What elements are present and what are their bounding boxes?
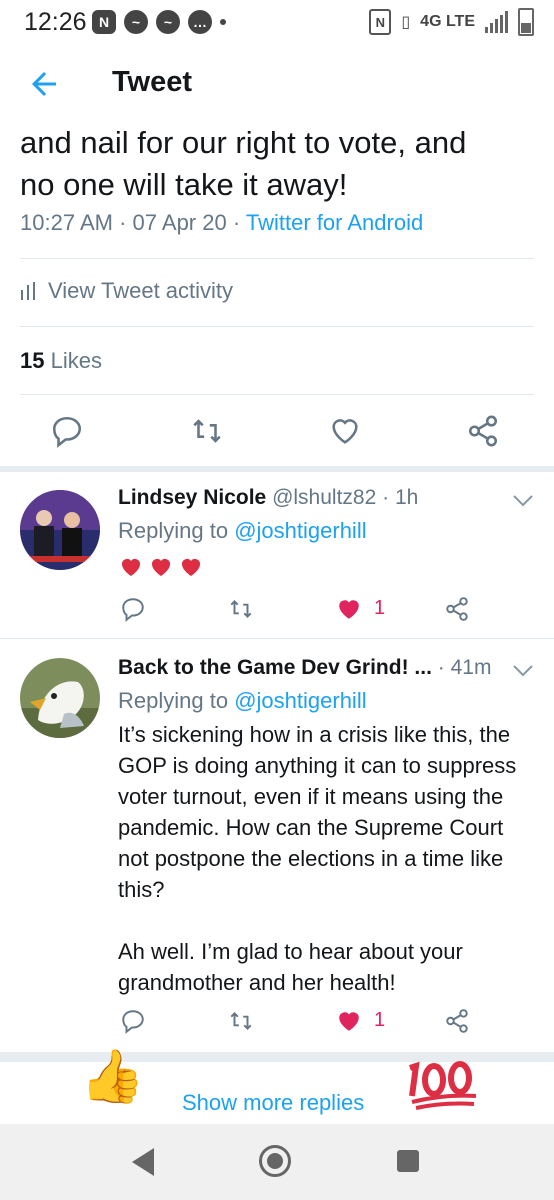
- arrow-left-icon[interactable]: [26, 66, 62, 102]
- top-app-bar: Tweet: [0, 46, 554, 120]
- tweet-meta: 10:27 AM · 07 Apr 20 · Twitter for Andro…: [20, 210, 424, 235]
- like-count: 1: [374, 1009, 386, 1031]
- avatar-photo: [20, 490, 100, 570]
- tweet-date: 07 Apr 20: [132, 210, 227, 235]
- likes-number: 15: [20, 348, 45, 373]
- divider: [20, 326, 534, 327]
- network-type-label: 4G LTE: [420, 13, 475, 30]
- tweet-actions: [0, 414, 554, 454]
- reply-icon[interactable]: [120, 596, 146, 622]
- reply-header: Lindsey Nicole @lshultz82 · 1h: [118, 486, 419, 509]
- nav-recents-icon[interactable]: [397, 1150, 419, 1172]
- chevron-down-icon[interactable]: [512, 664, 534, 678]
- reply-icon[interactable]: [50, 414, 84, 448]
- reply-body: ♥♥♥: [118, 555, 204, 579]
- nfc-icon: N: [369, 9, 392, 35]
- hundred-emoji-icon: [409, 1061, 477, 1110]
- show-more-replies-button[interactable]: Show more replies: [182, 1090, 364, 1116]
- red-heart-icon: [152, 559, 170, 576]
- replying-to-handle[interactable]: @joshtigerhill: [234, 688, 366, 713]
- messenger-icon: ~: [156, 10, 180, 34]
- red-heart-icon: [182, 559, 200, 576]
- author-name[interactable]: Back to the Game Dev Grind! ...: [118, 656, 432, 679]
- chat-icon: …: [188, 10, 212, 34]
- reply-actions: 1: [0, 596, 554, 626]
- red-heart-icon: [122, 559, 140, 576]
- share-icon[interactable]: [466, 414, 500, 448]
- retweet-icon[interactable]: [228, 1008, 254, 1034]
- more-notifications-icon: [220, 19, 226, 25]
- reply-age: 1h: [394, 486, 419, 509]
- avatar[interactable]: [20, 658, 100, 738]
- section-separator: [0, 466, 554, 472]
- likes-count[interactable]: 15 Likes: [20, 348, 102, 374]
- reply-age: 41m: [450, 656, 492, 679]
- system-status-icons: N ▯ 4G LTE: [369, 8, 534, 36]
- reply-body: It’s sickening how in a crisis like this…: [118, 722, 517, 995]
- heart-filled-icon[interactable]: [336, 596, 362, 622]
- like-count: 1: [374, 597, 386, 619]
- heart-icon[interactable]: [328, 414, 362, 448]
- status-time: 12:26: [24, 8, 87, 36]
- signal-icon: [485, 11, 508, 33]
- view-activity-label: View Tweet activity: [48, 278, 234, 303]
- vibrate-icon: ▯: [401, 14, 411, 31]
- view-activity-button[interactable]: View Tweet activity: [20, 278, 233, 304]
- system-nav-bar: [0, 1124, 554, 1200]
- nav-back-icon[interactable]: [132, 1148, 154, 1176]
- avatar-photo: [20, 658, 100, 738]
- tweet-time: 10:27 AM: [20, 210, 113, 235]
- tweet-source-link[interactable]: Twitter for Android: [246, 210, 423, 235]
- reply-actions: 1: [0, 1008, 554, 1038]
- thumbs-up-icon: 👍: [80, 1048, 145, 1106]
- reply-icon[interactable]: [120, 1008, 146, 1034]
- likes-label: Likes: [50, 348, 102, 373]
- replying-to: Replying to @joshtigerhill: [118, 518, 367, 544]
- retweet-icon[interactable]: [228, 596, 254, 622]
- replying-to: Replying to @joshtigerhill: [118, 688, 367, 714]
- tweet-text: and nail for our right to vote, and no o…: [20, 125, 467, 202]
- share-icon[interactable]: [444, 1008, 470, 1034]
- author-handle[interactable]: @lshultz82: [272, 486, 376, 509]
- battery-icon: [518, 8, 534, 36]
- chevron-down-icon[interactable]: [512, 494, 534, 508]
- avatar[interactable]: [20, 490, 100, 570]
- author-name[interactable]: Lindsey Nicole: [118, 486, 266, 509]
- nav-home-icon[interactable]: [259, 1145, 291, 1177]
- divider: [20, 394, 534, 395]
- messenger-icon: ~: [124, 10, 148, 34]
- status-bar: 12:26 N ~ ~ … N ▯ 4G LTE: [0, 0, 554, 46]
- divider: [20, 258, 534, 259]
- retweet-icon[interactable]: [190, 414, 224, 448]
- divider: [0, 638, 554, 639]
- reply-header: Back to the Game Dev Grind! ... · 41m: [118, 656, 492, 679]
- page-title: Tweet: [112, 66, 193, 98]
- hundred-points-icon: [404, 1060, 480, 1121]
- app-notification-icon: N: [92, 10, 116, 34]
- heart-filled-icon[interactable]: [336, 1008, 362, 1034]
- replying-to-label: Replying to: [118, 688, 229, 713]
- replying-to-label: Replying to: [118, 518, 229, 543]
- notification-icons: N ~ ~ …: [92, 10, 226, 34]
- share-icon[interactable]: [444, 596, 470, 622]
- replying-to-handle[interactable]: @joshtigerhill: [234, 518, 366, 543]
- bar-chart-icon: [21, 282, 35, 300]
